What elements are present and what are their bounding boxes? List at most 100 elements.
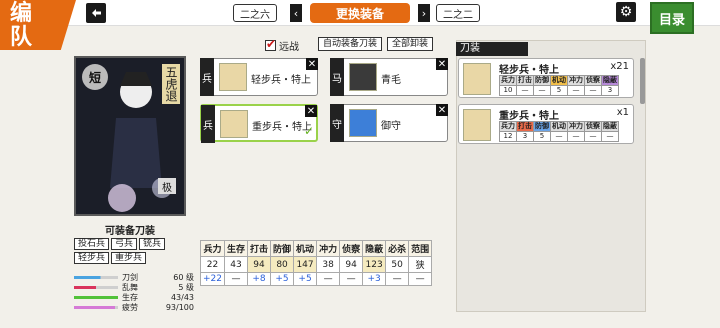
table-cell: 94 <box>247 256 272 273</box>
stat-value: 43/43 <box>170 292 194 302</box>
equip-slot-horse[interactable]: 马 青毛 ✕ <box>330 58 448 96</box>
stat-val: — <box>584 131 602 142</box>
stat-val: — <box>601 131 619 142</box>
remove-icon[interactable]: ✕ <box>436 58 448 70</box>
inventory-item[interactable]: 重步兵・特上 x1 兵力 打击 防御 机动 冲力 侦察 隐蔽 12 3 5 — … <box>458 104 634 144</box>
tab-char-1: 编 <box>10 0 33 26</box>
checkbox[interactable] <box>265 37 276 51</box>
ranbu-bar <box>74 285 118 289</box>
equip-slot-charm[interactable]: 守 御守 ✕ <box>330 104 448 142</box>
table-row: 22 43 94 80 147 38 94 123 50 狭 <box>200 256 433 273</box>
table-cell: — <box>223 272 249 286</box>
page-title: 更换装备 <box>310 3 410 23</box>
stat-val: 3 <box>601 85 619 96</box>
stat-label: 疲劳 <box>122 302 138 312</box>
slot-type-label: 兵 <box>201 105 215 143</box>
table-header: 必杀 <box>385 240 410 257</box>
stat-head: 侦察 <box>584 75 602 86</box>
stat-value: 93/100 <box>165 302 194 312</box>
stat-val: — <box>567 131 585 142</box>
table-cell: 50 <box>385 256 410 273</box>
sword-portrait: 短 五虎退 极 <box>74 56 186 216</box>
heavy-infantry-icon <box>463 109 491 141</box>
stat-head: 隐蔽 <box>601 75 619 86</box>
stat-head: 机动 <box>550 75 568 86</box>
table-cell: — <box>339 272 364 286</box>
stat-head: 隐蔽 <box>601 121 619 132</box>
next-arrow-icon[interactable]: › <box>418 4 430 22</box>
slot-item-name: 青毛 <box>381 75 401 86</box>
slot-item-name: 御守 <box>381 121 401 132</box>
short-sword-badge: 短 <box>82 64 108 90</box>
inventory-title: 刀装 <box>456 42 528 56</box>
table-cell: +3 <box>362 272 387 286</box>
table-cell: +5 <box>293 272 318 286</box>
table-header: 兵力 <box>200 240 225 257</box>
gear-icon[interactable]: ⚙ <box>616 2 636 22</box>
slot-item-name: 轻步兵・特上 <box>251 75 311 86</box>
formation-tab: 编 队 <box>0 0 76 50</box>
stat-head: 冲力 <box>567 121 585 132</box>
slot-type-label: 兵 <box>200 58 214 96</box>
prev-page-label[interactable]: 二之六 <box>233 4 277 22</box>
table-cell: 94 <box>339 256 364 273</box>
auto-equip-button[interactable]: 自动装备刀装 <box>318 37 383 51</box>
item-count: x1 <box>616 107 629 118</box>
ranged-toggle[interactable]: 远战 <box>265 37 299 53</box>
item-name: 轻步兵・特上 <box>499 65 559 76</box>
troop-type: 投石兵 <box>74 238 110 250</box>
check-icon: ✓ <box>303 124 314 138</box>
equippable-label: 可装备刀装 <box>105 226 155 237</box>
table-cell: — <box>316 272 341 286</box>
equip-slot-troop-2[interactable]: 兵 重步兵・特上 ✕ ✓ <box>200 104 318 143</box>
stat-val: — <box>550 131 568 142</box>
table-cell: +22 <box>200 272 225 286</box>
omamori-icon <box>349 109 377 137</box>
table-header: 范围 <box>408 240 433 257</box>
stat-val: 5 <box>533 131 551 142</box>
remove-icon[interactable]: ✕ <box>306 58 318 70</box>
fatigue-bar <box>74 305 118 309</box>
table-cell: — <box>408 272 433 286</box>
prev-arrow-icon[interactable]: ‹ <box>290 4 302 22</box>
table-cell: 22 <box>200 256 225 273</box>
sword-name: 五虎退 <box>162 64 180 104</box>
stat-head: 兵力 <box>499 75 517 86</box>
troop-type: 重步兵 <box>111 252 147 264</box>
back-arrow-icon[interactable] <box>86 3 106 23</box>
stat-row: 生存 43/43 <box>74 292 194 302</box>
scrollbar[interactable] <box>640 58 645 104</box>
table-cell: 80 <box>270 256 295 273</box>
stat-row: 刀剑 60 级 <box>74 272 194 282</box>
item-stats: 兵力 打击 防御 机动 冲力 侦察 隐蔽 10 — — 5 — — 3 <box>499 75 619 96</box>
stat-val: 3 <box>516 131 534 142</box>
stat-val: — <box>567 85 585 96</box>
rank-badge: 极 <box>158 178 176 194</box>
hp-bar <box>74 295 118 299</box>
stat-head: 防御 <box>533 121 551 132</box>
remove-icon[interactable]: ✕ <box>436 104 448 116</box>
troop-type-list: 投石兵 弓兵 铳兵 轻步兵 重步兵 <box>74 238 194 264</box>
stat-row: 疲劳 93/100 <box>74 302 194 312</box>
unequip-all-button[interactable]: 全部卸装 <box>387 37 434 51</box>
stats-table: 兵力 生存 打击 防御 机动 冲力 侦察 隐蔽 必杀 范围 22 43 94 8… <box>200 240 433 286</box>
table-cell: — <box>385 272 410 286</box>
stat-row: 乱舞 5 级 <box>74 282 194 292</box>
horse-icon <box>349 63 377 91</box>
table-cell: 狭 <box>408 256 433 273</box>
item-stats: 兵力 打击 防御 机动 冲力 侦察 隐蔽 12 3 5 — — — — <box>499 121 619 142</box>
item-name: 重步兵・特上 <box>499 111 559 122</box>
stat-head: 防御 <box>533 75 551 86</box>
menu-button[interactable]: 目录 <box>650 2 694 34</box>
table-cell: +8 <box>247 272 272 286</box>
inventory-item[interactable]: 轻步兵・特上 x21 兵力 打击 防御 机动 冲力 侦察 隐蔽 10 — — 5… <box>458 58 634 98</box>
table-header: 防御 <box>270 240 295 257</box>
sword-stat-bars: 刀剑 60 级 乱舞 5 级 生存 43/43 疲劳 93/100 <box>74 272 194 312</box>
table-header: 机动 <box>293 240 318 257</box>
troop-type: 铳兵 <box>139 238 166 250</box>
table-header: 打击 <box>247 240 272 257</box>
heavy-infantry-icon <box>220 110 248 138</box>
remove-icon[interactable]: ✕ <box>305 105 317 117</box>
equip-slot-troop-1[interactable]: 兵 轻步兵・特上 ✕ <box>200 58 318 96</box>
next-page-label[interactable]: 二之二 <box>436 4 480 22</box>
